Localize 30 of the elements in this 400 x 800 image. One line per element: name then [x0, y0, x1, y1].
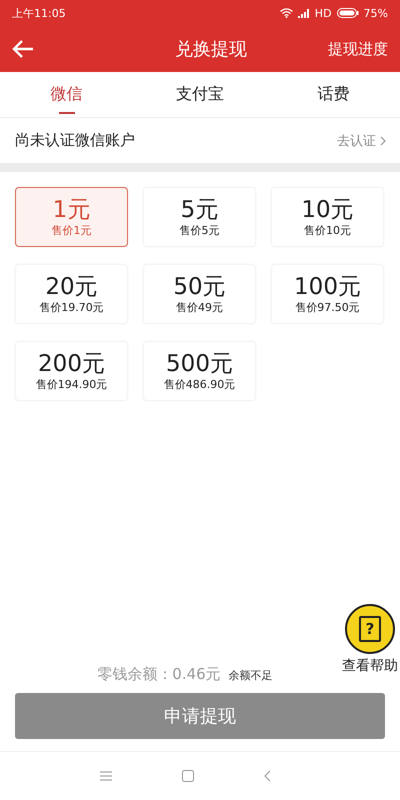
tab[interactable]: 支付宝	[133, 72, 267, 117]
amount-option[interactable]: 500元 售价486.90元	[143, 341, 256, 401]
page-title: 兑换提现	[174, 38, 248, 61]
battery-icon	[336, 8, 359, 18]
menu-icon[interactable]	[100, 771, 112, 781]
amount-option[interactable]: 10元 售价10元	[271, 187, 384, 247]
status-time: 上午11:05	[12, 6, 66, 20]
wifi-icon	[280, 8, 293, 18]
balance-note: 余额不足	[228, 668, 273, 683]
chevron-icon	[380, 136, 386, 146]
amount-option[interactable]: 5元 售价5元	[143, 187, 256, 247]
amount-option[interactable]: 200元 售价194.90元	[15, 341, 128, 401]
tab[interactable]: 话费	[266, 72, 400, 117]
amount-option[interactable]: 20元 售价19.70元	[15, 264, 128, 324]
tab[interactable]: 微信	[0, 72, 134, 117]
progress-link[interactable]: 提现进度	[328, 40, 388, 58]
back-nav-icon[interactable]	[264, 770, 270, 782]
back-icon[interactable]	[12, 40, 34, 58]
balance-text: 零钱余额：0.46元	[97, 665, 221, 684]
verify-link[interactable]: 去认证	[337, 132, 386, 150]
amount-option[interactable]: 1元 售价1元	[15, 187, 128, 247]
help-label[interactable]: 查看帮助	[342, 657, 398, 675]
amount-option[interactable]: 50元 售价49元	[143, 264, 256, 324]
home-icon[interactable]	[182, 770, 194, 782]
amount-option[interactable]: 100元 售价97.50元	[271, 264, 384, 324]
battery-level: 75%	[364, 6, 388, 20]
help-book-icon[interactable]: ?	[345, 604, 395, 654]
account-status: 尚未认证微信账户	[15, 131, 136, 150]
signal-icon	[298, 8, 310, 18]
network-type: HD	[314, 6, 332, 20]
